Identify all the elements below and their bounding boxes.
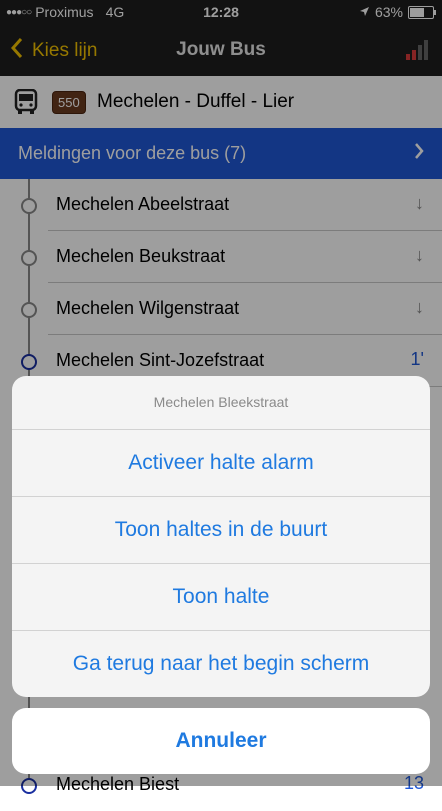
back-to-home-button[interactable]: Ga terug naar het begin scherm	[12, 631, 430, 697]
action-sheet-title: Mechelen Bleekstraat	[12, 376, 430, 430]
action-sheet: Mechelen Bleekstraat Activeer halte alar…	[12, 376, 430, 697]
show-nearby-stops-button[interactable]: Toon haltes in de buurt	[12, 497, 430, 564]
cancel-button[interactable]: Annuleer	[12, 708, 430, 774]
activate-stop-alarm-button[interactable]: Activeer halte alarm	[12, 430, 430, 497]
show-stop-button[interactable]: Toon halte	[12, 564, 430, 631]
